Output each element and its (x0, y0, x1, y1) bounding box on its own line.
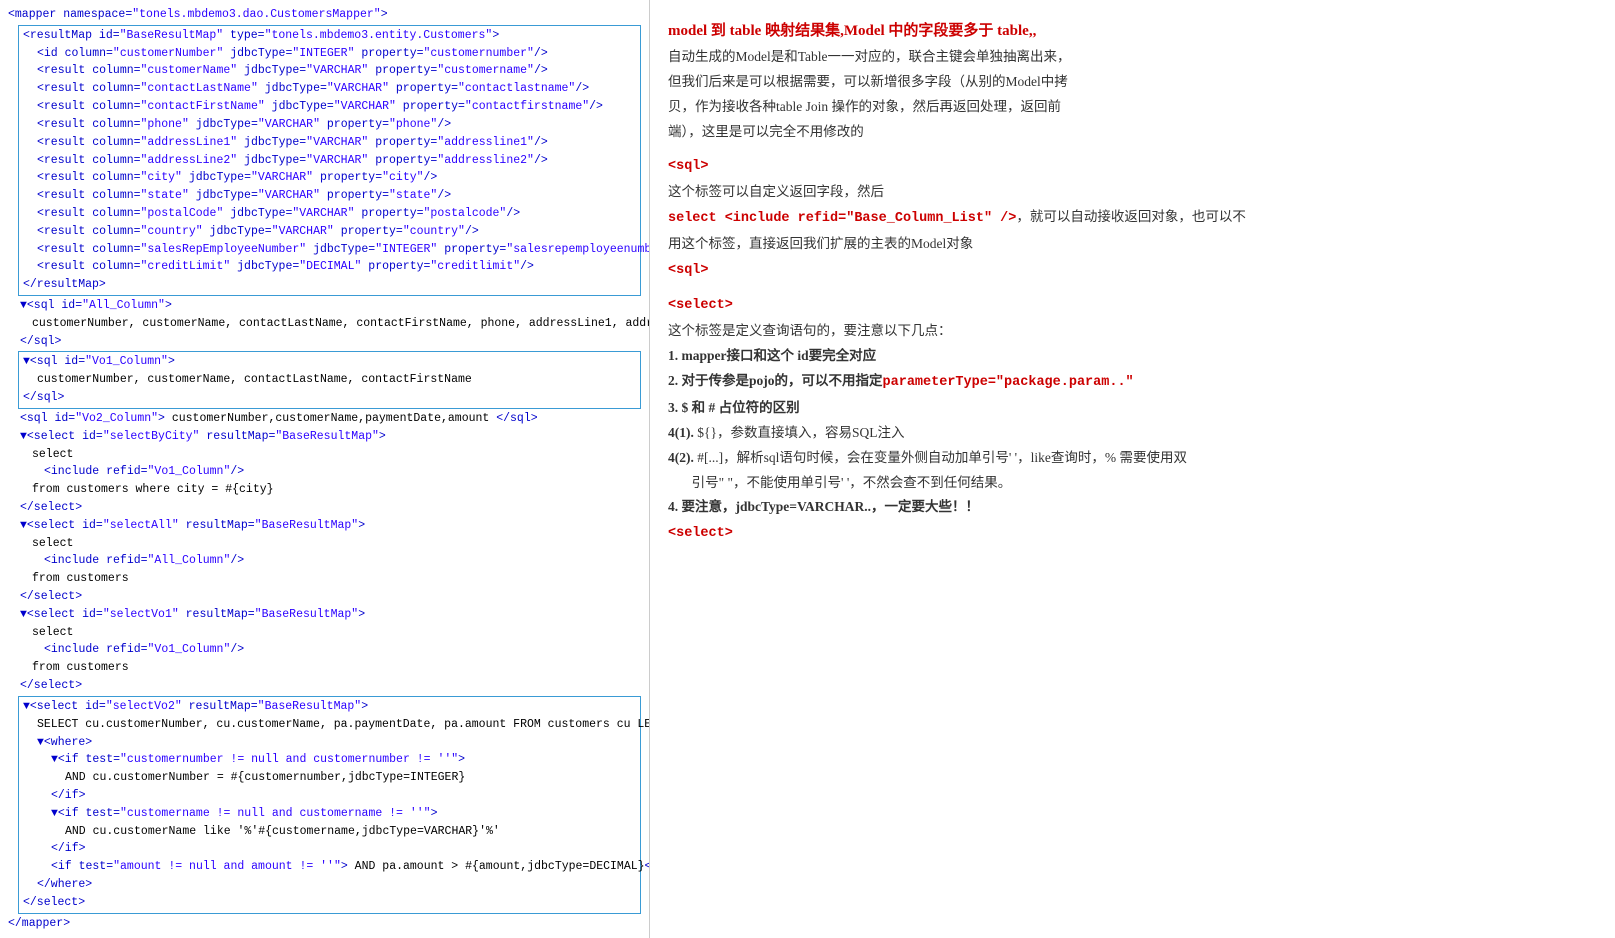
section3-body: <select> 这个标签是定义查询语句的，要注意以下几点： 1. mapper… (668, 292, 1597, 548)
section2-body: <sql> 这个标签可以自定义返回字段，然后 select <include r… (668, 153, 1597, 284)
selectvo2-box: ▼<select id="selectVo2" resultMap="BaseR… (18, 696, 641, 914)
left-panel: <mapper namespace="tonels.mbdemo3.dao.Cu… (0, 0, 650, 938)
xml-line-mapper: <mapper namespace="tonels.mbdemo3.dao.Cu… (8, 6, 641, 24)
section1-title: model 到 table 映射结果集,Model 中的字段要多于 table,… (668, 18, 1597, 45)
section-resultmap: model 到 table 映射结果集,Model 中的字段要多于 table,… (668, 18, 1597, 145)
resultmap-box: <resultMap id="BaseResultMap" type="tone… (18, 25, 641, 296)
section-select: <select> 这个标签是定义查询语句的，要注意以下几点： 1. mapper… (668, 292, 1597, 548)
section1-body: 自动生成的Model是和Table一一对应的，联合主键会单独抽离出来，但我们后来… (668, 45, 1597, 145)
right-panel: model 到 table 映射结果集,Model 中的字段要多于 table,… (650, 0, 1615, 938)
section-sql: <sql> 这个标签可以自定义返回字段，然后 select <include r… (668, 153, 1597, 284)
vo1-column-box: ▼<sql id="Vo1_Column"> customerNumber, c… (18, 351, 641, 408)
